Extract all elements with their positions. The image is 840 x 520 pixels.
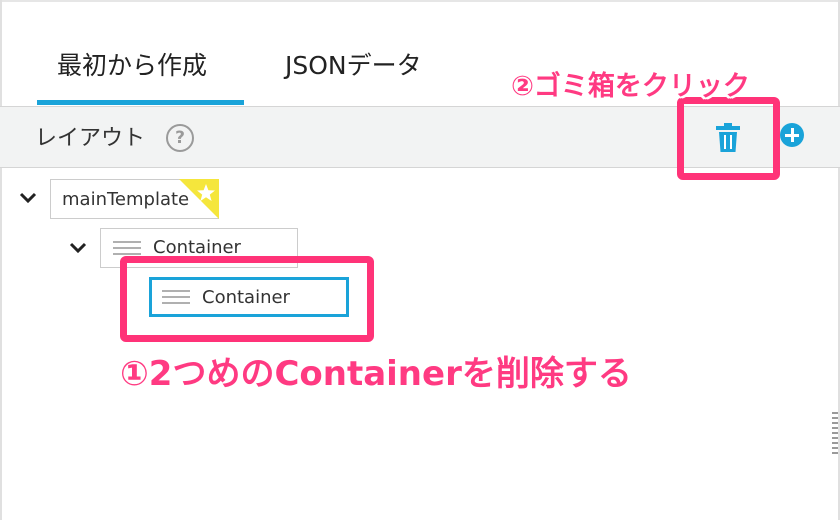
add-component-icon[interactable] (780, 123, 804, 147)
highlight-box-container (120, 256, 374, 342)
drag-lines-icon (113, 241, 141, 255)
annotation-step-2: ②ゴミ箱をクリック (511, 71, 750, 102)
tree-node-label: mainTemplate (62, 189, 190, 210)
highlight-box-trash (677, 97, 780, 180)
chevron-down-icon[interactable] (19, 192, 37, 204)
left-border (0, 0, 2, 520)
annotation-step-1: ①2つめのContainerを削除する (120, 354, 632, 394)
resize-grip[interactable] (832, 412, 838, 456)
tab-json-data[interactable]: JSONデータ (285, 46, 422, 82)
chevron-down-icon[interactable] (69, 242, 87, 254)
top-border (0, 0, 840, 2)
help-icon[interactable]: ? (166, 124, 194, 152)
star-icon (179, 179, 219, 219)
tree-node-main-template[interactable]: mainTemplate (50, 179, 219, 219)
tree-node-label: Container (153, 237, 241, 258)
tab-create-from-scratch[interactable]: 最初から作成 (57, 46, 207, 82)
active-tab-indicator (37, 100, 244, 105)
layout-panel-title: レイアウト (35, 126, 146, 151)
